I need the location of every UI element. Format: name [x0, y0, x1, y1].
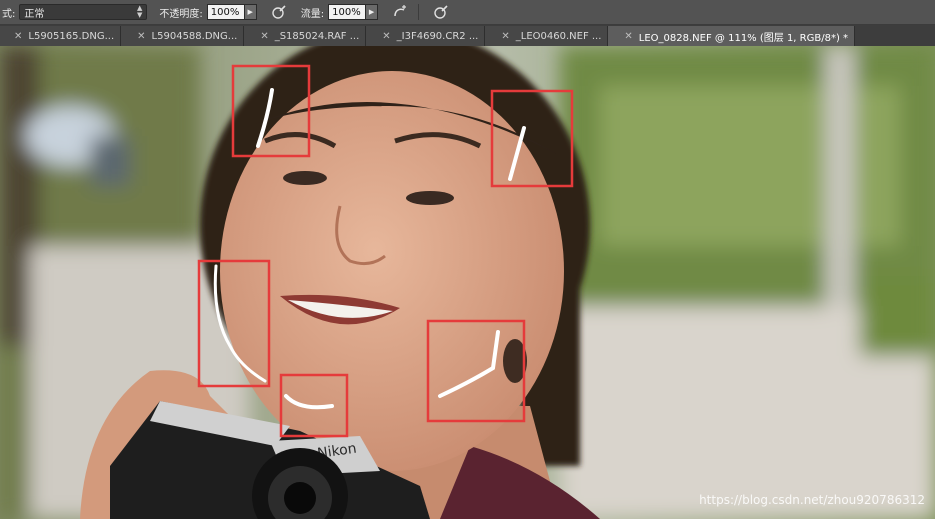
tab-label: _I3F4690.CR2 ...: [396, 30, 479, 42]
airbrush-icon[interactable]: [390, 3, 410, 21]
pressure-size-icon[interactable]: [431, 3, 451, 21]
close-icon[interactable]: ✕: [137, 31, 145, 42]
flow-label: 流量:: [300, 8, 325, 20]
image-canvas[interactable]: Nikon https://blog.csdn.net/zhou92078631…: [0, 46, 935, 519]
document-tab[interactable]: ✕ L5905165.DNG...: [0, 26, 122, 46]
document-tab-active[interactable]: ✕ LEO_0828.NEF @ 111% (图层 1, RGB/8*) *: [608, 26, 856, 46]
opacity-label: 不透明度:: [159, 8, 203, 20]
tab-label: L5904588.DNG...: [151, 30, 238, 42]
options-bar: 式: 正常 ▲ ▼ 不透明度: 100% ▶ 流量: 100% ▶: [0, 0, 935, 25]
tab-label: _LEO0460.NEF ...: [515, 30, 602, 42]
document-tab-bar: ✕ L5905165.DNG... ✕ L5904588.DNG... ✕ _S…: [0, 25, 935, 46]
mode-label: 式:: [2, 8, 16, 20]
pressure-opacity-icon[interactable]: [269, 3, 289, 21]
close-icon[interactable]: ✕: [624, 31, 632, 42]
tab-label: _S185024.RAF ...: [274, 30, 360, 42]
select-arrows-icon: ▲ ▼: [136, 4, 143, 19]
tab-label: LEO_0828.NEF @ 111% (图层 1, RGB/8*) *: [638, 32, 849, 44]
close-icon[interactable]: ✕: [260, 31, 268, 42]
tab-label: L5905165.DNG...: [28, 30, 115, 42]
photo: Nikon: [0, 46, 935, 519]
opacity-input[interactable]: 100%: [206, 4, 245, 20]
flow-input[interactable]: 100%: [328, 4, 367, 20]
flow-dropdown-button[interactable]: ▶: [366, 4, 379, 20]
blend-mode-value: 正常: [24, 8, 45, 20]
document-tab[interactable]: ✕ _S185024.RAF ...: [244, 26, 367, 46]
document-tab[interactable]: ✕ _I3F4690.CR2 ...: [366, 26, 486, 46]
document-tab[interactable]: ✕ _LEO0460.NEF ...: [485, 26, 609, 46]
close-icon[interactable]: ✕: [501, 31, 509, 42]
watermark: https://blog.csdn.net/zhou920786312: [699, 493, 925, 507]
toolbar-divider: [418, 4, 420, 20]
document-tab[interactable]: ✕ L5904588.DNG...: [121, 26, 245, 46]
close-icon[interactable]: ✕: [382, 31, 390, 42]
opacity-dropdown-button[interactable]: ▶: [244, 4, 257, 20]
close-icon[interactable]: ✕: [14, 31, 22, 42]
blend-mode-select[interactable]: 正常 ▲ ▼: [19, 4, 148, 20]
